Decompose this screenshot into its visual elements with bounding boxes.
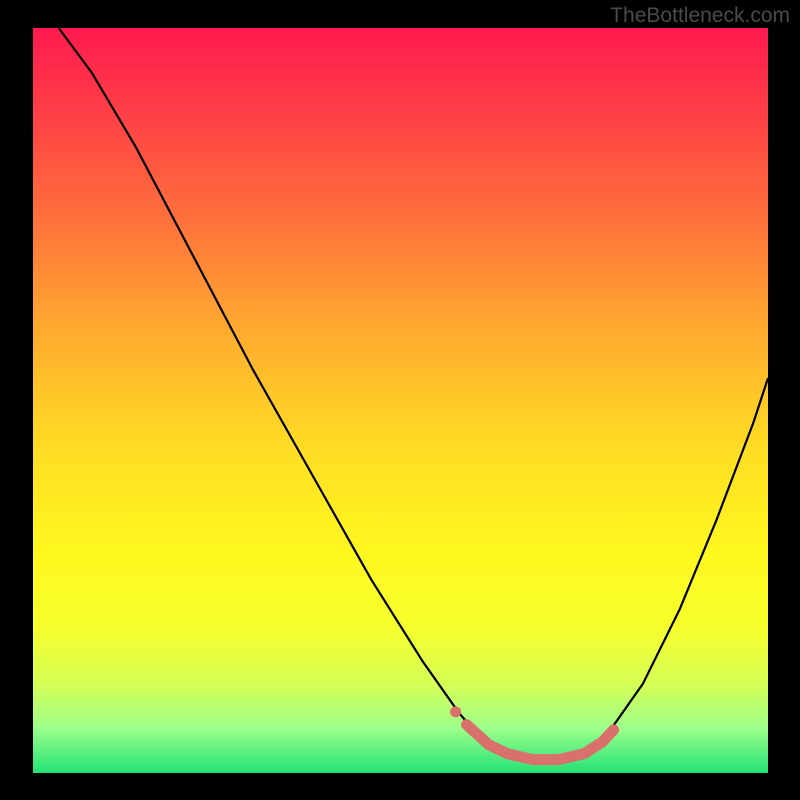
bottleneck-chart [0,0,800,800]
highlight-dot [450,706,461,717]
chart-frame: TheBottleneck.com [0,0,800,800]
watermark-text: TheBottleneck.com [610,4,790,28]
gradient-background [33,28,768,773]
